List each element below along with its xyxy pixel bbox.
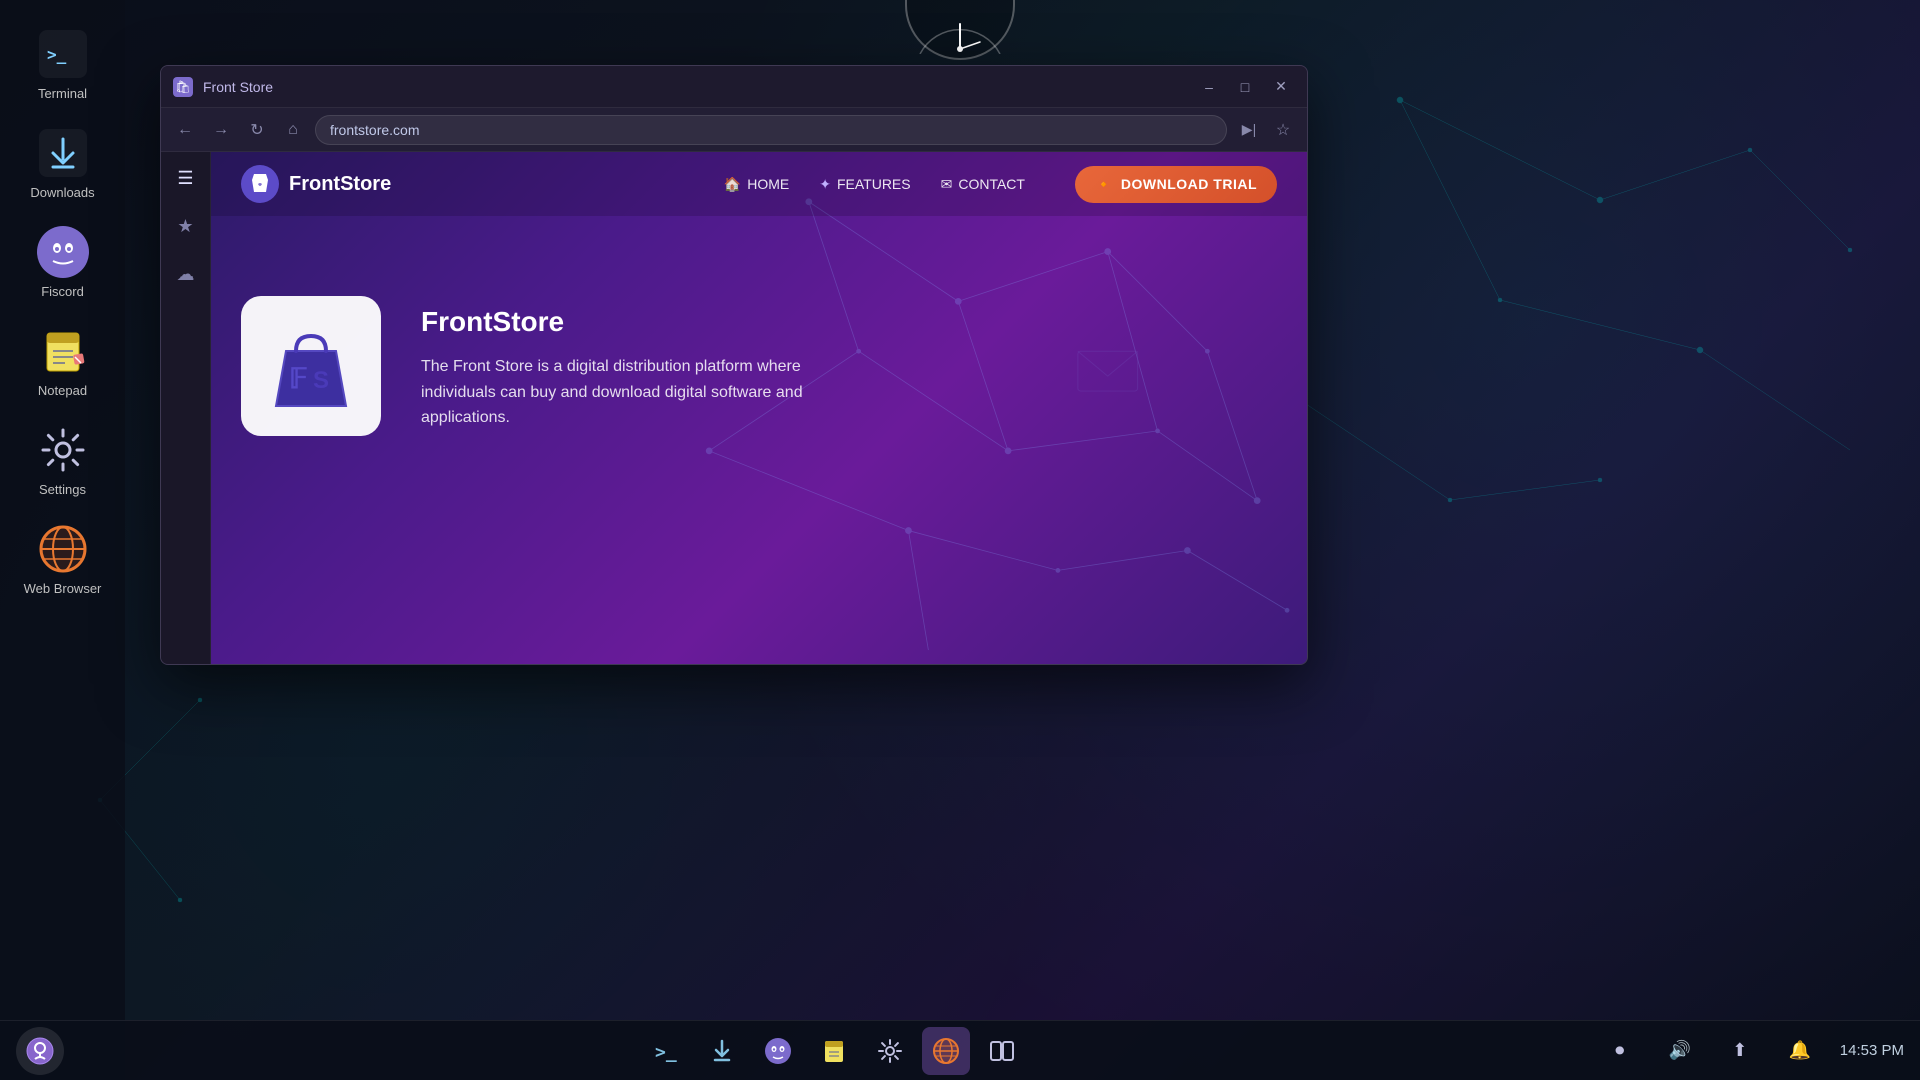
- taskbar: >_: [0, 1020, 1920, 1080]
- features-nav-icon: ✦: [819, 176, 831, 193]
- downloads-label: Downloads: [30, 185, 94, 200]
- home-button[interactable]: ⌂: [279, 116, 307, 144]
- notepad-label: Notepad: [38, 383, 87, 398]
- bookmark-button[interactable]: ☆: [1269, 116, 1297, 144]
- browser-title: Front Store: [203, 79, 1185, 95]
- svg-text:𝔽: 𝔽: [289, 363, 308, 394]
- hero-title: FrontStore: [421, 306, 841, 338]
- svg-text:>_: >_: [47, 45, 67, 64]
- sidebar-item-settings[interactable]: Settings: [13, 416, 113, 505]
- taskbar-share[interactable]: ⬆: [1716, 1027, 1764, 1075]
- hero-icon-container: 𝔽 S: [241, 296, 381, 436]
- sidebar-item-notepad[interactable]: Notepad: [13, 317, 113, 406]
- nav-home[interactable]: 🏠 HOME: [724, 176, 789, 193]
- clock-widget: [905, 0, 1015, 60]
- sidebar-item-downloads[interactable]: Downloads: [13, 119, 113, 208]
- browser-favicon: 🛍: [173, 77, 193, 97]
- svg-text:S: S: [313, 367, 329, 394]
- nav-contact[interactable]: ✉ CONTACT: [941, 176, 1025, 193]
- extension-button[interactable]: ▶|: [1235, 116, 1263, 144]
- taskbar-podcast-icon[interactable]: [16, 1027, 64, 1075]
- terminal-icon: >_: [37, 28, 89, 80]
- hero-description: The Front Store is a digital distributio…: [421, 354, 841, 431]
- contact-nav-label: CONTACT: [958, 176, 1025, 192]
- minimize-button[interactable]: –: [1195, 73, 1223, 101]
- address-bar-actions: ▶| ☆: [1235, 116, 1297, 144]
- download-trial-button[interactable]: 🔸 DOWNLOAD TRIAL: [1075, 166, 1277, 203]
- frontstore-hero-logo: 𝔽 S: [261, 316, 361, 416]
- home-nav-icon: 🏠: [724, 176, 741, 193]
- settings-label: Settings: [39, 482, 86, 497]
- taskbar-settings[interactable]: [866, 1027, 914, 1075]
- website-hero: 𝔽 S FrontStore The Front Store is a digi…: [211, 216, 1307, 466]
- taskbar-record[interactable]: ⏺: [1596, 1027, 1644, 1075]
- notepad-icon: [37, 325, 89, 377]
- fiscord-icon: [37, 226, 89, 278]
- sidebar-item-terminal[interactable]: >_ Terminal: [13, 20, 113, 109]
- taskbar-volume[interactable]: 🔊: [1656, 1027, 1704, 1075]
- title-bar-controls: – □ ✕: [1195, 73, 1295, 101]
- taskbar-terminal[interactable]: >_: [642, 1027, 690, 1075]
- taskbar-bell[interactable]: 🔔: [1776, 1027, 1824, 1075]
- sidebar-item-web-browser[interactable]: Web Browser: [13, 515, 113, 604]
- browser-sidebar: ☰ ★ ☁: [161, 152, 211, 664]
- taskbar-time: 14:53 PM: [1840, 1042, 1904, 1059]
- taskbar-fiscord[interactable]: [754, 1027, 802, 1075]
- maximize-button[interactable]: □: [1231, 73, 1259, 101]
- nav-links: 🏠 HOME ✦ FEATURES ✉ CONTACT 🔸 DOWNLOAD T…: [724, 166, 1277, 203]
- taskbar-left: [16, 1027, 72, 1075]
- website-logo[interactable]: FrontStore: [241, 165, 724, 203]
- forward-button[interactable]: →: [207, 116, 235, 144]
- back-button[interactable]: ←: [171, 116, 199, 144]
- browser-title-bar: 🛍 Front Store – □ ✕: [161, 66, 1307, 108]
- logo-icon: [241, 165, 279, 203]
- web-browser-label: Web Browser: [24, 581, 102, 596]
- home-nav-label: HOME: [747, 176, 789, 192]
- url-bar[interactable]: frontstore.com: [315, 115, 1227, 145]
- browser-window: 🛍 Front Store – □ ✕ ← → ↻ ⌂ frontstore.c…: [160, 65, 1308, 665]
- reload-button[interactable]: ↻: [243, 116, 271, 144]
- taskbar-right: ⏺ 🔊 ⬆ 🔔 14:53 PM: [1596, 1027, 1904, 1075]
- taskbar-center: >_: [72, 1027, 1596, 1075]
- sidebar-menu-icon[interactable]: ☰: [170, 162, 202, 194]
- hero-text-block: FrontStore The Front Store is a digital …: [421, 296, 841, 431]
- taskbar-browser[interactable]: [922, 1027, 970, 1075]
- logo-text: FrontStore: [289, 173, 391, 196]
- features-nav-label: FEATURES: [837, 176, 911, 192]
- nav-features[interactable]: ✦ FEATURES: [819, 176, 910, 193]
- download-btn-icon: 🔸: [1095, 176, 1113, 193]
- sidebar-cloud-icon[interactable]: ☁: [170, 258, 202, 290]
- web-browser-icon: [37, 523, 89, 575]
- sidebar-item-fiscord[interactable]: Fiscord: [13, 218, 113, 307]
- fiscord-label: Fiscord: [41, 284, 84, 299]
- downloads-icon: [37, 127, 89, 179]
- website-content: FrontStore 🏠 HOME ✦ FEATURES ✉ CONTACT 🔸: [211, 152, 1307, 664]
- address-bar-row: ← → ↻ ⌂ frontstore.com ▶| ☆: [161, 108, 1307, 152]
- sidebar-favorites-icon[interactable]: ★: [170, 210, 202, 242]
- url-text: frontstore.com: [330, 122, 419, 138]
- close-button[interactable]: ✕: [1267, 73, 1295, 101]
- contact-nav-icon: ✉: [941, 176, 953, 193]
- svg-text:>_: >_: [655, 1042, 677, 1063]
- taskbar-downloads[interactable]: [698, 1027, 746, 1075]
- taskbar-notepad[interactable]: [810, 1027, 858, 1075]
- left-sidebar: >_ Terminal Downloads Fisco: [0, 0, 125, 1080]
- download-btn-label: DOWNLOAD TRIAL: [1121, 176, 1257, 192]
- terminal-label: Terminal: [38, 86, 87, 101]
- website-navbar: FrontStore 🏠 HOME ✦ FEATURES ✉ CONTACT 🔸: [211, 152, 1307, 216]
- taskbar-panels[interactable]: [978, 1027, 1026, 1075]
- settings-icon: [37, 424, 89, 476]
